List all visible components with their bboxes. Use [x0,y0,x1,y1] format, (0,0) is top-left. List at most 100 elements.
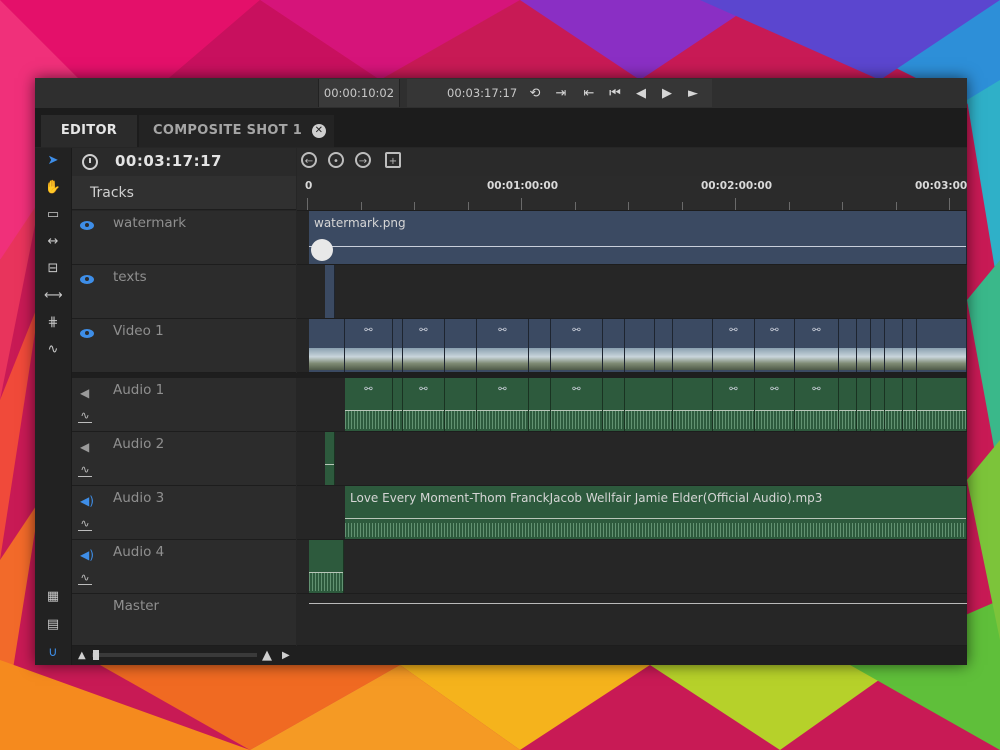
zoom-slider-track[interactable] [92,653,257,657]
clock-icon [82,154,98,170]
eye-icon[interactable] [80,329,94,338]
clip-text[interactable] [325,265,335,318]
video-clip[interactable] [655,319,673,372]
track-header-audio-1[interactable]: ◀ Audio 1 ∿ [72,378,296,432]
hand-icon[interactable]: ✋ [44,179,62,197]
video-clip[interactable] [309,319,345,372]
add-marker-icon[interactable]: • [328,152,344,168]
audio-clip[interactable] [871,378,885,431]
video-clip[interactable] [917,319,967,372]
mark-in-icon[interactable]: ⇤ [581,86,597,102]
speaker-muted-icon[interactable]: ◀ [80,386,89,400]
add-track-icon[interactable]: + [385,152,401,168]
next-marker-icon[interactable]: → [355,152,371,168]
scroll-right-icon[interactable]: ▶ [282,650,290,661]
video-clip[interactable]: ⚯ [795,319,839,372]
audio-clip[interactable] [529,378,551,431]
audio-clip[interactable] [839,378,857,431]
curve-icon[interactable]: ∿ [44,341,62,359]
eye-icon[interactable] [80,275,94,284]
zoom-out-icon[interactable]: ▲ [78,650,86,661]
audio-clip[interactable]: ⚯ [755,378,795,431]
time-ruler[interactable]: 0 00:01:00:00 00:02:00:00 00:03:00 [297,176,967,211]
zoom-in-icon[interactable]: ▲ [262,648,272,663]
mark-out-icon[interactable]: ⇥ [553,86,569,102]
ripple-icon[interactable]: ↔ [44,233,62,251]
audio-clip[interactable] [917,378,967,431]
tab-editor[interactable]: EDITOR [41,115,137,147]
waveform-icon[interactable]: ∿ [78,518,92,531]
play-icon[interactable]: ► [685,86,701,102]
audio-clip[interactable] [673,378,713,431]
track-header-video-1[interactable]: Video 1 [72,319,296,373]
zoom-slider-handle[interactable] [93,650,99,660]
video-clip[interactable] [903,319,917,372]
audio-clip[interactable] [325,432,335,485]
audio-clip[interactable]: ⚯ [551,378,603,431]
video-clip[interactable]: ⚯ [403,319,445,372]
video-clip[interactable] [445,319,477,372]
audio-clip[interactable] [393,378,403,431]
slip-icon[interactable]: ⟷ [44,287,63,305]
video-clip[interactable] [673,319,713,372]
magnet-snap-icon[interactable]: ∪ [44,644,62,662]
close-icon[interactable]: ✕ [312,124,326,138]
audio-clip[interactable] [445,378,477,431]
video-clip[interactable]: ⚯ [755,319,795,372]
previous-marker-icon[interactable]: ← [301,152,317,168]
video-clip[interactable]: ⚯ [477,319,529,372]
speaker-on-icon[interactable]: ◀) [80,548,94,562]
video-clip[interactable]: ⚯ [345,319,393,372]
audio-clip[interactable]: ⚯ [345,378,393,431]
audio-clip[interactable]: ⚯ [477,378,529,431]
track-header-audio-3[interactable]: ◀) Audio 3 ∿ [72,486,296,540]
video-clip[interactable] [839,319,857,372]
step-forward-icon[interactable]: ▶ [659,86,675,102]
waveform-icon[interactable]: ∿ [78,464,92,477]
video-clip[interactable] [393,319,403,372]
speaker-on-icon[interactable]: ◀) [80,494,94,508]
timecode-in-display[interactable]: 00:00:10:02 [318,79,400,107]
audio-clip[interactable]: ⚯ [795,378,839,431]
video-clip[interactable] [871,319,885,372]
audio-clip[interactable] [903,378,917,431]
video-clip[interactable]: ⚯ [713,319,755,372]
video-clip[interactable] [603,319,625,372]
waveform-icon[interactable]: ∿ [78,572,92,585]
audio-clip[interactable] [603,378,625,431]
track-header-master[interactable]: Master [72,594,296,646]
go-start-icon[interactable]: ⏮ [607,86,623,102]
track-header-watermark[interactable]: watermark [72,211,296,265]
film-icon[interactable]: ▦ [44,588,62,606]
film-strip-icon[interactable]: ▤ [44,616,62,634]
audio-clip[interactable]: ⚯ [713,378,755,431]
video-clip[interactable]: ⚯ [551,319,603,372]
video-clip[interactable] [885,319,903,372]
video-clip[interactable] [529,319,551,372]
link-icon: ⚯ [812,325,821,336]
audio-clip[interactable] [309,540,344,593]
video-clip[interactable] [857,319,871,372]
speaker-muted-icon[interactable]: ◀ [80,440,89,454]
audio-clip[interactable] [885,378,903,431]
roll-icon[interactable]: ⊟ [44,260,62,278]
step-back-icon[interactable]: ◀ [633,86,649,102]
slide-icon[interactable]: ⋕ [44,314,62,332]
eye-icon[interactable] [80,221,94,230]
audio-clip-song[interactable]: Love Every Moment-Thom FranckJacob Wellf… [345,486,967,539]
audio-clip[interactable] [625,378,673,431]
track-header-audio-4[interactable]: ◀) Audio 4 ∿ [72,540,296,594]
select-arrow-icon[interactable]: ➤ [44,152,62,170]
waveform-icon[interactable]: ∿ [78,410,92,423]
video-clip[interactable] [625,319,655,372]
razor-icon[interactable]: ▭ [44,206,62,224]
loop-icon[interactable]: ⟲ [527,86,543,102]
clip-watermark[interactable]: watermark.png [309,211,967,264]
tab-composite-shot[interactable]: COMPOSITE SHOT 1 ✕ [139,115,334,147]
audio-clip[interactable] [857,378,871,431]
track-header-texts[interactable]: texts [72,265,296,319]
watermark-thumbnail [311,239,333,261]
audio-clip[interactable]: ⚯ [403,378,445,431]
track-header-audio-2[interactable]: ◀ Audio 2 ∿ [72,432,296,486]
track-name: Audio 3 [113,490,165,506]
